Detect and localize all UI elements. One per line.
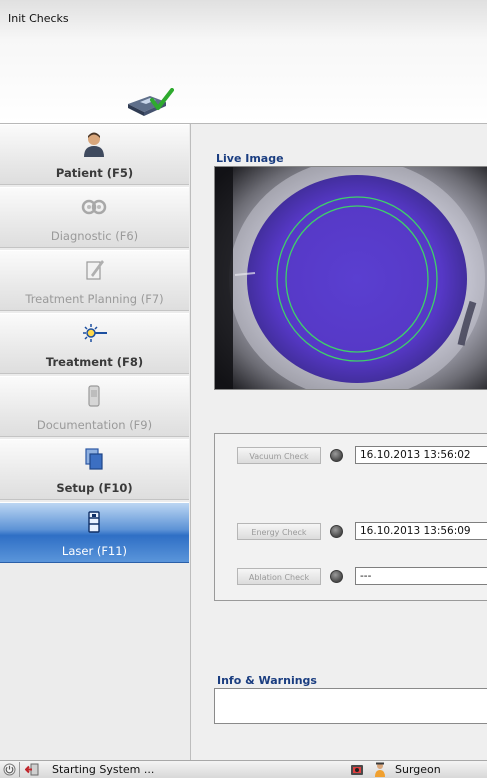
- patient-icon: [84, 132, 104, 157]
- sidebar-item-treatment[interactable]: Treatment (F8): [0, 313, 189, 374]
- energy-check-button[interactable]: Energy Check: [237, 523, 321, 540]
- device-check-icon: [128, 88, 174, 116]
- sidebar-item-label: Diagnostic (F6): [50, 229, 139, 243]
- user-icon: [375, 762, 385, 777]
- sidebar-item-label: Setup (F10): [56, 481, 133, 495]
- status-bar: Starting System ... Surgeon: [0, 760, 487, 778]
- page-title: Init Checks: [8, 12, 69, 25]
- vacuum-status-led: [330, 449, 343, 462]
- current-user: Surgeon: [395, 763, 441, 776]
- sidebar-item-patient[interactable]: Patient (F5): [0, 124, 189, 185]
- eye-camera-image: [215, 167, 487, 389]
- live-image-title: Live Image: [216, 152, 284, 165]
- laser-beam-icon: [83, 324, 107, 342]
- info-warnings-box: [214, 688, 487, 724]
- exit-icon[interactable]: [25, 763, 39, 776]
- sidebar-item-diagnostic[interactable]: Diagnostic (F6): [0, 187, 189, 248]
- status-message: Starting System ...: [52, 763, 155, 776]
- sidebar-item-treatment-planning[interactable]: Treatment Planning (F7): [0, 250, 189, 311]
- sidebar-item-label: Treatment (F8): [45, 355, 144, 369]
- status-divider: [19, 762, 20, 777]
- planning-icon: [86, 260, 104, 280]
- ablation-check-button[interactable]: Ablation Check: [237, 568, 321, 585]
- header: Init Checks: [0, 0, 487, 124]
- sidebar-item-setup[interactable]: Setup (F10): [0, 439, 189, 500]
- main-panel: Live Image Vacuum Check 16.10.2013 13:56…: [191, 124, 487, 760]
- energy-status-led: [330, 525, 343, 538]
- vacuum-check-button[interactable]: Vacuum Check: [237, 447, 321, 464]
- camera-icon: [351, 765, 363, 775]
- sidebar-item-label: Documentation (F9): [36, 418, 153, 432]
- info-warnings-title: Info & Warnings: [217, 674, 317, 687]
- sidebar-item-documentation[interactable]: Documentation (F9): [0, 376, 189, 437]
- sidebar: Patient (F5) Diagnostic (F6) Treatment P…: [0, 124, 191, 760]
- documentation-icon: [88, 385, 100, 407]
- live-image-view: [214, 166, 487, 390]
- sidebar-item-label: Treatment Planning (F7): [25, 292, 164, 306]
- ablation-status-led: [330, 570, 343, 583]
- sidebar-item-label: Laser (F11): [61, 544, 128, 558]
- power-icon[interactable]: [3, 763, 16, 776]
- setup-icon: [85, 448, 103, 470]
- energy-check-timestamp: 16.10.2013 13:56:09: [355, 522, 487, 540]
- laser-device-icon: [88, 511, 100, 533]
- vacuum-check-timestamp: 16.10.2013 13:56:02: [355, 446, 487, 464]
- sidebar-item-label: Patient (F5): [55, 166, 134, 180]
- sidebar-item-laser[interactable]: Laser (F11): [0, 502, 189, 563]
- ablation-check-timestamp: ---: [355, 567, 487, 585]
- diagnostic-icon: [81, 199, 107, 215]
- init-checks-group: Vacuum Check 16.10.2013 13:56:02 Energy …: [214, 433, 487, 601]
